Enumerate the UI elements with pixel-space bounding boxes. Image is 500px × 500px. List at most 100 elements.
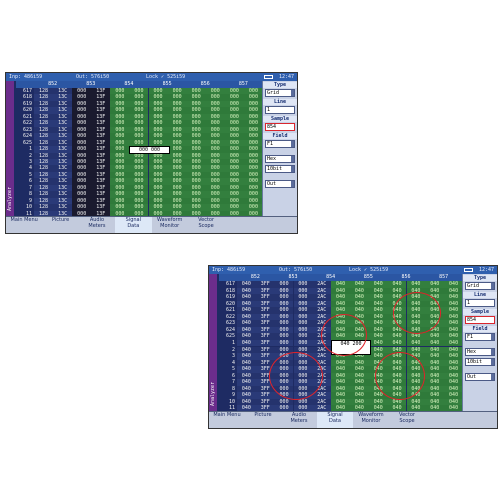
output-select[interactable]: Out [465, 373, 495, 381]
grid-cell[interactable]: 040 [368, 326, 388, 334]
grid-cell[interactable]: 040 [444, 320, 463, 327]
grid-cell[interactable]: 040 [368, 339, 388, 347]
grid-cell[interactable]: 040 [331, 392, 350, 399]
grid-cell[interactable]: 000 [293, 333, 313, 340]
grid-cell[interactable]: 040 [425, 379, 445, 386]
bit-depth-select[interactable]: 10bit [465, 358, 495, 366]
grid-cell[interactable]: 040 [237, 385, 256, 393]
grid-cell[interactable]: 3FF [255, 346, 275, 353]
grid-cell[interactable]: 3FF [255, 392, 275, 399]
grid-cell[interactable]: 040 [350, 398, 369, 406]
grid-cell[interactable]: 2AC [312, 281, 332, 288]
grid-cell[interactable]: 040 [368, 300, 388, 308]
grid-cell[interactable]: 040 [331, 281, 350, 288]
grid-cell[interactable]: 000 [293, 294, 313, 301]
grid-cell[interactable]: 040 [444, 281, 463, 288]
grid-cell[interactable]: 040 [331, 398, 350, 406]
type-select[interactable]: Grid [265, 89, 295, 97]
analyzer-side-tab[interactable]: Analyzer [6, 81, 14, 217]
grid-cell[interactable]: 040 [444, 372, 463, 380]
line-field[interactable]: 1 [465, 299, 495, 307]
grid-cell[interactable]: 040 [425, 398, 445, 406]
grid-cell[interactable]: 000 [274, 398, 294, 406]
grid-cell[interactable]: 2AC [312, 287, 332, 295]
grid-cell[interactable]: 000 [293, 326, 313, 334]
grid-cell[interactable]: 3FF [255, 333, 275, 340]
grid-cell[interactable]: 040 [331, 379, 350, 386]
analyzer-side-tab[interactable]: Analyzer [209, 274, 217, 412]
grid-cell[interactable]: 3FF [255, 294, 275, 301]
menu-button[interactable]: Signal Data [317, 412, 354, 428]
grid-cell[interactable]: 2AC [312, 300, 332, 308]
grid-cell[interactable]: 000 [274, 307, 294, 314]
grid-cell[interactable]: 040 [237, 366, 256, 373]
grid-cell[interactable]: 000 [293, 339, 313, 347]
menu-button[interactable] [224, 217, 262, 233]
grid-cell[interactable]: 000 [293, 313, 313, 321]
grid-cell[interactable]: 040 [444, 326, 463, 334]
grid-cell[interactable]: 000 [293, 307, 313, 314]
grid-cell[interactable]: 040 [350, 366, 369, 373]
grid-cell[interactable]: 040 [425, 281, 445, 288]
grid-cell[interactable]: 040 [237, 359, 256, 367]
menu-button[interactable]: Audio Meters [281, 412, 318, 428]
grid-cell[interactable]: 040 [350, 300, 369, 308]
grid-cell[interactable]: 040 [237, 313, 256, 321]
grid-cell[interactable]: 040 [237, 398, 256, 406]
menu-button[interactable]: Vector Scope [187, 217, 226, 233]
grid-cell[interactable]: 040 [368, 320, 388, 327]
menu-button[interactable]: Audio Meters [78, 217, 117, 233]
grid-cell[interactable]: 040 [237, 287, 256, 295]
grid-cell[interactable]: 040 [331, 287, 350, 295]
grid-cell[interactable]: 000 [274, 300, 294, 308]
field-select[interactable]: F1 [265, 140, 295, 148]
grid-cell[interactable]: 3FF [255, 307, 275, 314]
grid-cell[interactable]: 040 [387, 281, 407, 288]
grid-cell[interactable]: 040 [444, 333, 463, 340]
grid-cell[interactable]: 000 [274, 287, 294, 295]
grid-cell[interactable]: 040 [368, 294, 388, 301]
grid-cell[interactable]: 2AC [312, 307, 332, 314]
grid-cell[interactable]: 040 [350, 372, 369, 380]
grid-cell[interactable]: 040 [406, 346, 426, 353]
grid-cell[interactable]: 040 [331, 307, 350, 314]
grid-cell[interactable]: 040 [425, 353, 445, 360]
grid-cell[interactable]: 040 [406, 333, 426, 340]
menu-button[interactable]: Vector Scope [389, 412, 426, 428]
grid-cell[interactable]: 040 [368, 307, 388, 314]
grid-cell[interactable]: 040 [444, 294, 463, 301]
grid-cell[interactable]: 3FF [255, 339, 275, 347]
grid-cell[interactable]: 3FF [255, 320, 275, 327]
grid-cell[interactable]: 040 [237, 307, 256, 314]
grid-cell[interactable]: 040 [444, 379, 463, 386]
grid-cell[interactable]: 040 [444, 366, 463, 373]
grid-cell[interactable]: 040 [425, 333, 445, 340]
grid-cell[interactable]: 040 [406, 398, 426, 406]
grid-cell[interactable]: 040 [350, 307, 369, 314]
grid-cell[interactable]: 3FF [255, 353, 275, 360]
grid-cell[interactable]: 040 [331, 366, 350, 373]
grid-cell[interactable]: 040 [237, 339, 256, 347]
grid-cell[interactable]: 040 [425, 346, 445, 353]
grid-cell[interactable]: 3FF [255, 398, 275, 406]
grid-cell[interactable]: 040 [331, 385, 350, 393]
grid-cell[interactable]: 040 [444, 307, 463, 314]
grid-cell[interactable]: 040 [368, 346, 388, 353]
grid-cell[interactable]: 040 [444, 392, 463, 399]
grid-cell[interactable]: 040 [444, 398, 463, 406]
grid-cell[interactable]: 040 [425, 287, 445, 295]
grid-cell[interactable]: 3FF [255, 281, 275, 288]
grid-cell[interactable]: 040 [331, 359, 350, 367]
sample-field[interactable]: 854 [465, 316, 495, 324]
grid-cell[interactable]: 000 [274, 326, 294, 334]
grid-cell[interactable]: 000 [274, 313, 294, 321]
grid-cell[interactable]: 000 [274, 339, 294, 347]
menu-button[interactable]: Picture [42, 217, 80, 233]
grid-cell[interactable]: 000 [293, 281, 313, 288]
format-select[interactable]: Hex [465, 348, 495, 356]
grid-cell[interactable]: 040 [237, 281, 256, 288]
menu-button[interactable] [260, 217, 297, 233]
grid-cell[interactable]: 040 [444, 339, 463, 347]
grid-cell[interactable]: 040 [237, 326, 256, 334]
menu-button[interactable]: Picture [245, 412, 282, 428]
